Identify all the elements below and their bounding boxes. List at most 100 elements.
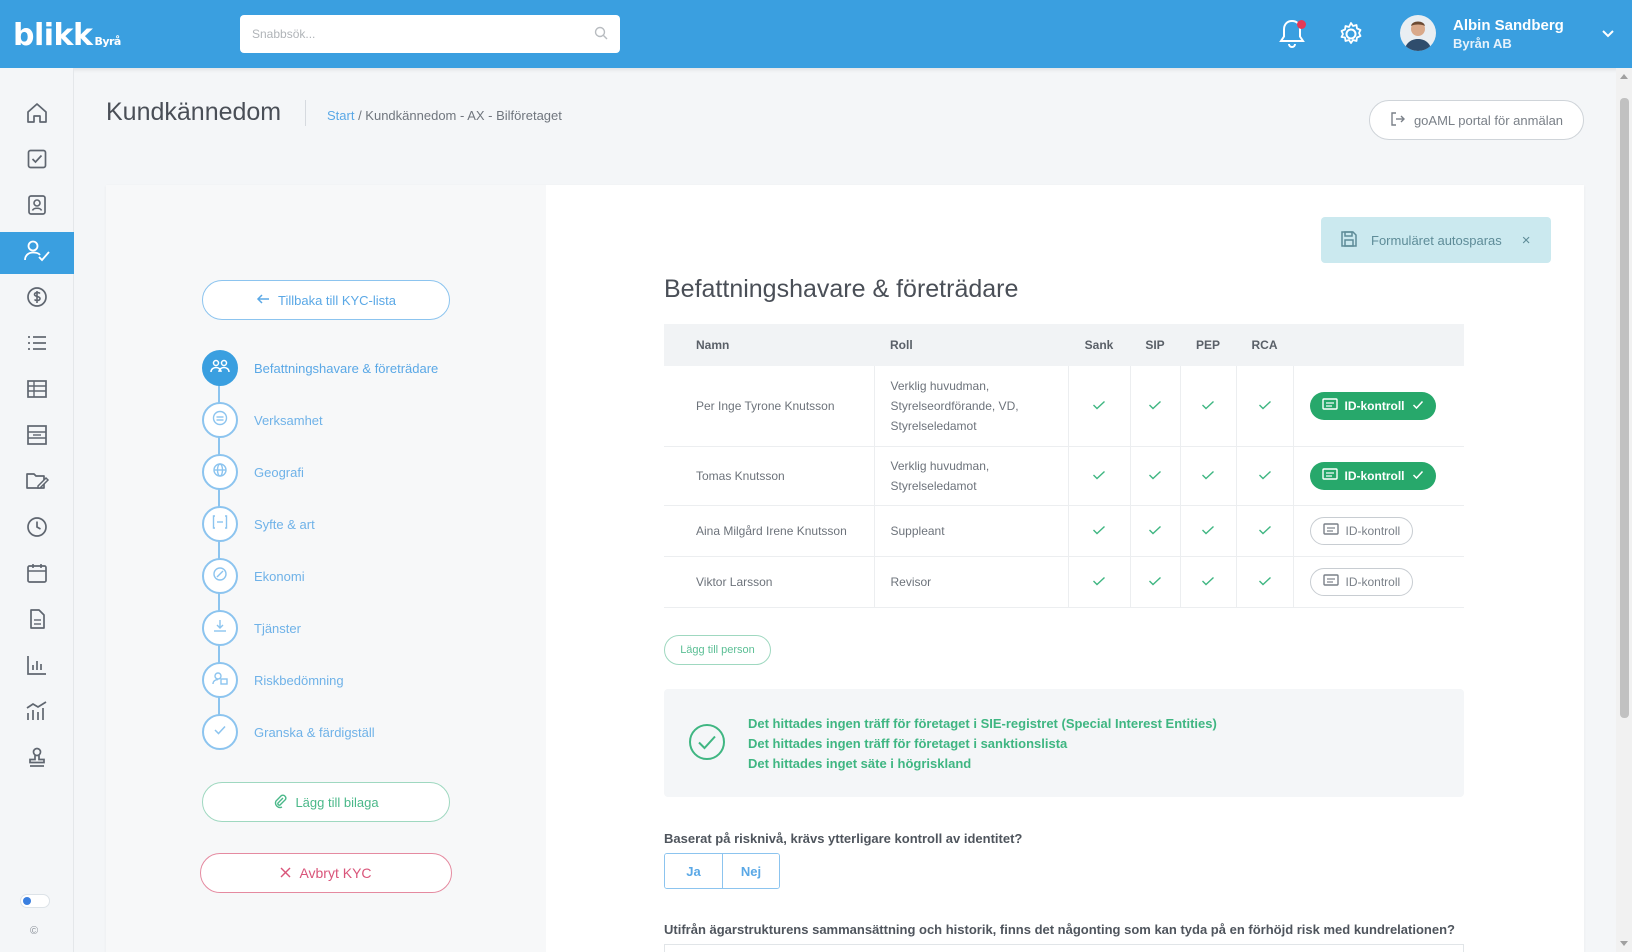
table-row[interactable]: Viktor Larsson Revisor ID-kontroll: [664, 556, 1464, 608]
id-control-button[interactable]: ID-kontroll: [1309, 567, 1414, 596]
goaml-portal-button[interactable]: goAML portal för anmälan: [1369, 100, 1584, 140]
step-geografi[interactable]: Geografi: [202, 454, 304, 490]
chevron-down-icon[interactable]: [1601, 26, 1615, 44]
sidebar-item-home[interactable]: [0, 94, 74, 136]
id-action-cell: ID-kontroll: [1292, 446, 1464, 506]
rca-check-icon: [1235, 505, 1293, 557]
question-ownership-risk: Utifrån ägarstrukturens sammansättning o…: [664, 922, 1455, 937]
cancel-kyc-button[interactable]: Avbryt KYC: [200, 853, 452, 893]
theme-toggle[interactable]: [20, 894, 50, 908]
sip-check-icon: [1129, 505, 1180, 557]
sidebar-item-kyc[interactable]: [0, 232, 74, 274]
user-company: Byrån AB: [1453, 36, 1512, 51]
ownership-risk-field[interactable]: [664, 944, 1464, 952]
add-attachment-button[interactable]: Lägg till bilaga: [202, 782, 450, 822]
id-action-cell: ID-kontroll: [1292, 505, 1464, 557]
id-card-icon: [1321, 398, 1338, 413]
check-circle-icon: [688, 723, 726, 766]
building-icon: [212, 410, 228, 431]
search-icon[interactable]: [594, 26, 608, 45]
target-icon: [212, 514, 228, 535]
risk-icon: [211, 670, 229, 691]
breadcrumb-path: / Kundkännedom - AX - Bilföretaget: [354, 108, 562, 123]
sidebar-item-tasks[interactable]: [0, 140, 74, 182]
person-name: Tomas Knutsson: [664, 446, 874, 506]
step-label: Tjänster: [254, 620, 301, 636]
scrollbar[interactable]: [1616, 68, 1632, 952]
column-header-action: [1293, 324, 1464, 366]
id-control-button[interactable]: ID-kontroll: [1309, 461, 1436, 490]
person-name: Aina Milgård Irene Knutsson: [664, 505, 874, 557]
role-line: Verklig huvudman,: [890, 458, 990, 473]
home-icon: [25, 101, 49, 130]
sidebar-item-table[interactable]: [0, 370, 74, 412]
notifications-button[interactable]: [1278, 18, 1306, 55]
step-label: Ekonomi: [254, 568, 305, 584]
app-logo[interactable]: blikk Byrå: [13, 18, 121, 53]
column-header-name: Namn: [664, 324, 874, 366]
step-verksamhet[interactable]: Verksamhet: [202, 402, 323, 438]
id-control-button[interactable]: ID-kontroll: [1309, 516, 1414, 545]
id-control-button[interactable]: ID-kontroll: [1309, 391, 1436, 420]
step-ekonomi[interactable]: Ekonomi: [202, 558, 305, 594]
sank-check-icon: [1067, 556, 1130, 608]
sank-check-icon: [1067, 446, 1130, 506]
screening-message: Det hittades ingen träff för företaget i…: [748, 736, 1068, 751]
breadcrumb-start-link[interactable]: Start: [327, 108, 354, 123]
avatar[interactable]: [1400, 15, 1436, 51]
role-line: Styrelseledamot: [890, 418, 977, 433]
step-label: Syfte & art: [254, 516, 315, 532]
table-row[interactable]: Aina Milgård Irene Knutsson Suppleant ID…: [664, 505, 1464, 557]
step-syfte[interactable]: Syfte & art: [202, 506, 315, 542]
table-row[interactable]: Per Inge Tyrone Knutsson Verklig huvudma…: [664, 366, 1464, 447]
step-riskbedomning[interactable]: Riskbedömning: [202, 662, 344, 698]
sidebar-item-finance[interactable]: [0, 278, 74, 320]
sidebar-item-calendar[interactable]: [0, 554, 74, 596]
copyright: ©: [30, 925, 39, 937]
step-circle: [202, 402, 238, 438]
bar-chart-icon: [25, 653, 49, 682]
sidebar-item-analytics[interactable]: [0, 692, 74, 734]
back-to-kyc-list-button[interactable]: Tillbaka till KYC-lista: [202, 280, 450, 320]
table-row[interactable]: Tomas Knutsson Verklig huvudman, Styrelse…: [664, 446, 1464, 506]
coins-icon: [212, 566, 228, 587]
sidebar-item-stamp[interactable]: [0, 738, 74, 780]
sidebar-item-list[interactable]: [0, 324, 74, 366]
add-person-button[interactable]: Lägg till person: [664, 635, 771, 665]
pep-check-icon: [1179, 505, 1236, 557]
role-line: Styrelseledamot: [890, 478, 977, 493]
scroll-down-arrow-icon[interactable]: [1620, 941, 1628, 946]
person-name: Per Inge Tyrone Knutsson: [664, 366, 874, 447]
close-icon[interactable]: ×: [1522, 232, 1531, 249]
answer-yes-button[interactable]: Ja: [665, 854, 722, 888]
settings-button[interactable]: [1337, 18, 1365, 55]
sank-check-icon: [1067, 366, 1130, 447]
screening-message: Det hittades inget säte i högriskland: [748, 756, 972, 771]
scroll-up-arrow-icon[interactable]: [1620, 74, 1628, 79]
column-header-sip: SIP: [1130, 324, 1180, 366]
sidebar-item-folder[interactable]: [0, 462, 74, 504]
sidebar-item-calculator[interactable]: [0, 416, 74, 458]
sidebar-item-documents[interactable]: [0, 600, 74, 642]
folder-edit-icon: [24, 469, 50, 498]
step-granska[interactable]: Granska & färdigställ: [202, 714, 375, 750]
sidebar-item-time[interactable]: [0, 508, 74, 550]
section-title: Befattningshavare & företrädare: [664, 275, 1019, 303]
autosave-label: Formuläret autosparas: [1371, 232, 1502, 248]
search-input[interactable]: [240, 15, 570, 53]
sidebar-item-reports[interactable]: [0, 646, 74, 688]
top-bar: blikkByrå Albin Sandberg Byrån AB: [0, 0, 1632, 68]
id-action-cell: ID-kontroll: [1292, 556, 1464, 608]
step-tjanster[interactable]: Tjänster: [202, 610, 301, 646]
title-divider: [305, 100, 306, 126]
sip-check-icon: [1129, 556, 1180, 608]
logo-subtext: Byrå: [94, 35, 121, 48]
user-name[interactable]: Albin Sandberg: [1453, 17, 1564, 34]
answer-no-button[interactable]: Nej: [722, 854, 779, 888]
scrollbar-thumb[interactable]: [1620, 98, 1629, 718]
step-befattningshavare[interactable]: Befattningshavare & företrädare: [202, 350, 438, 386]
sidebar-item-contacts[interactable]: [0, 186, 74, 228]
id-control-label: ID-kontroll: [1345, 574, 1401, 589]
checkbox-icon: [25, 147, 49, 176]
id-control-label: ID-kontroll: [1344, 468, 1405, 483]
